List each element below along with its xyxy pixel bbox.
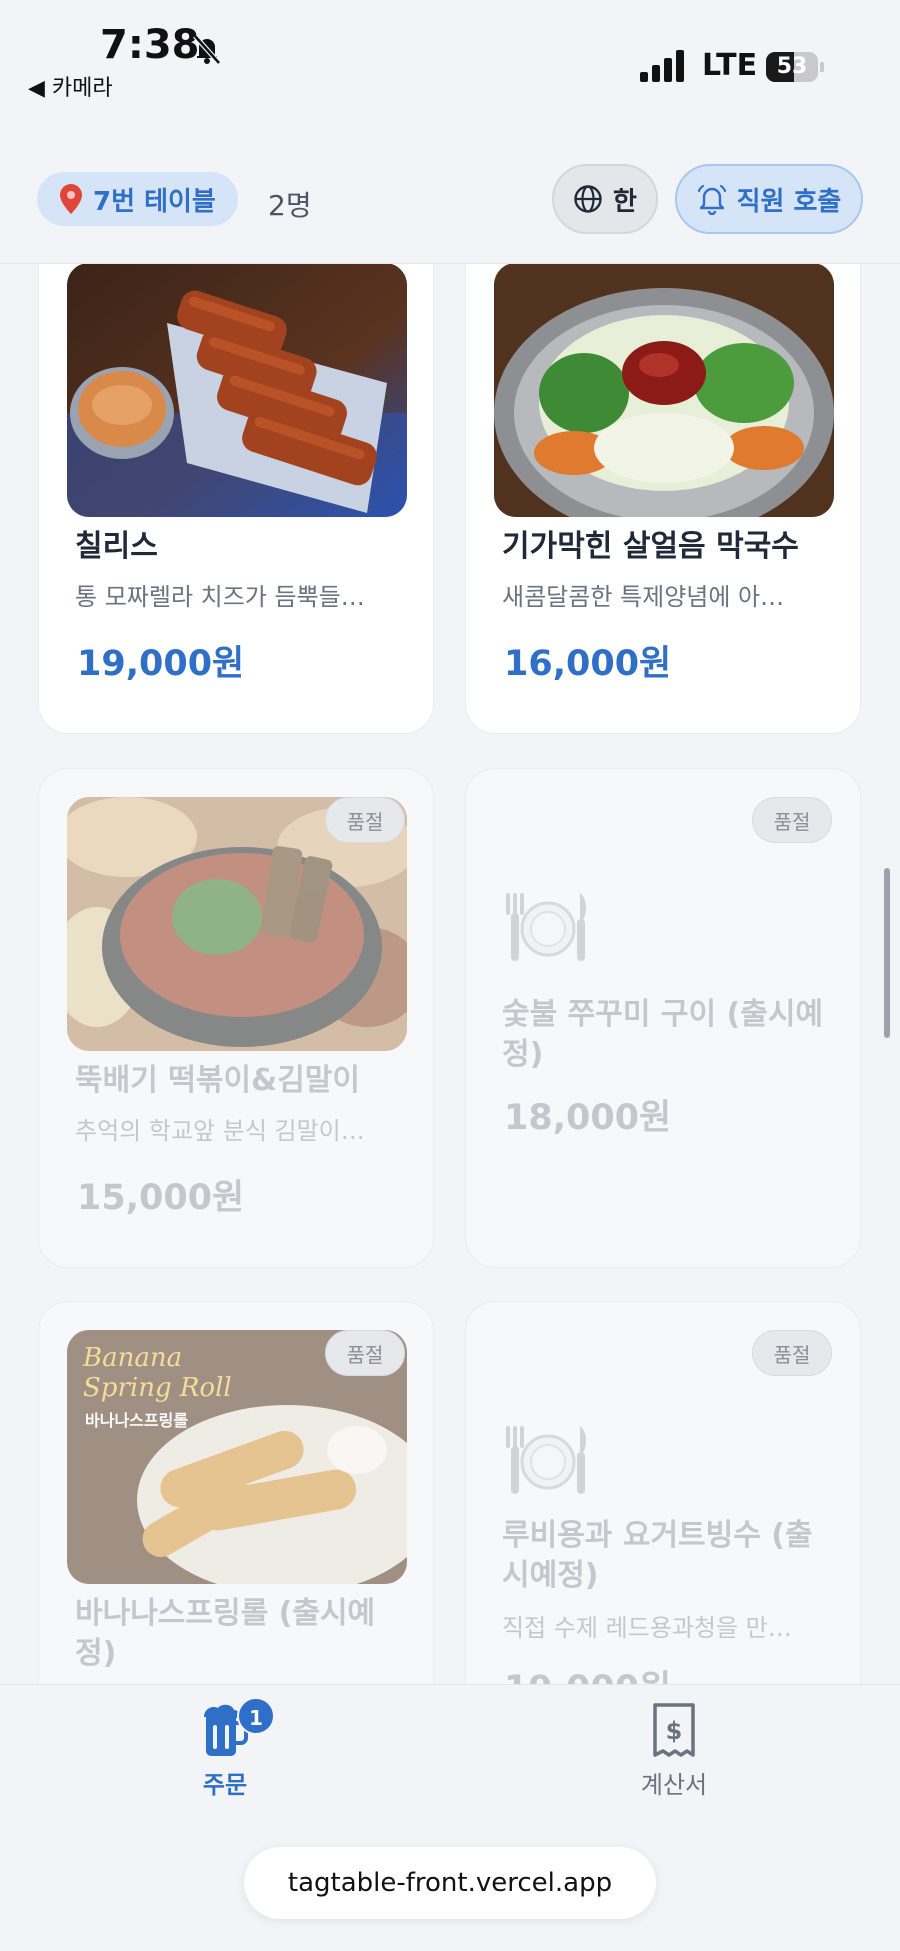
bottom-tab-bar: 1 주문 $ 계산서 tagtable-front.vercel.app: [0, 1684, 900, 1951]
menu-item-name: 숯불 쭈꾸미 구이 (출시예정): [502, 997, 824, 1072]
tab-bill[interactable]: $ 계산서: [604, 1703, 744, 1813]
table-number: 7번 테이블: [93, 186, 216, 217]
call-staff-label: 직원 호출: [736, 186, 842, 217]
menu-item-name: 칠리스: [75, 529, 158, 564]
menu-card[interactable]: 품절 Banana Spring Roll 바나나스프링롤 바나나스프링롤 (출…: [38, 1301, 434, 1684]
menu-item-description: 추억의 학교앞 분식 김말이…: [75, 1117, 365, 1145]
menu-item-description: 직접 수제 레드용과청을 만…: [502, 1614, 792, 1642]
menu-item-description: 새콤달콤한 특제양념에 아…: [502, 583, 785, 611]
receipt-icon: $: [653, 1703, 695, 1757]
menu-item-image: [67, 264, 407, 517]
menu-item-description: 통 모짜렐라 치즈가 듬뿍들…: [75, 583, 365, 611]
network-type: LTE: [702, 48, 758, 83]
menu-item-price: 19,000원: [77, 644, 245, 684]
tab-order[interactable]: 1 주문: [155, 1697, 295, 1813]
bell-icon: [697, 184, 726, 215]
soldout-badge: 품절: [752, 797, 832, 843]
top-header: 7번 테이블 2명 한 직원 호출: [0, 110, 900, 264]
menu-card[interactable]: 품절 뚝배기 떡볶이&김말이 추억의 학교앞 분식 김말이… 15,000원: [38, 768, 434, 1268]
menu-grid: 칠리스 통 모짜렐라 치즈가 듬뿍들… 19,000원 기가막힌 살얼음 막국수…: [0, 264, 900, 1684]
menu-card[interactable]: 품절 숯불 쭈꾸미 구이 (출시예정) 18,000원: [465, 768, 861, 1268]
soldout-badge: 품절: [752, 1330, 832, 1376]
bell-off-icon: [193, 34, 221, 65]
menu-item-name: 루비용과 요거트빙수 (출시예정): [502, 1518, 813, 1593]
scrollbar[interactable]: [884, 868, 890, 1038]
battery-icon: 53: [766, 52, 824, 82]
soldout-badge: 품절: [325, 1330, 405, 1376]
image-text-spring-roll: Spring Roll: [83, 1373, 232, 1403]
globe-icon: [574, 185, 602, 213]
image-text-banana: Banana: [82, 1343, 182, 1373]
back-to-app-link[interactable]: ◀ 카메라: [28, 70, 113, 102]
image-text-korean: 바나나스프링롤: [85, 1411, 188, 1430]
cart-count-badge: 1: [237, 1697, 275, 1735]
menu-card[interactable]: 기가막힌 살얼음 막국수 새콤달콤한 특제양념에 아… 16,000원: [465, 264, 861, 734]
menu-card[interactable]: 품절 루비용과 요거트빙수 (출시예정) 직접 수제 레드용과청을 만… 19,…: [465, 1301, 861, 1684]
tab-bill-label: 계산서: [640, 1771, 708, 1799]
menu-item-name: 뚝배기 떡볶이&김말이: [75, 1063, 361, 1098]
signal-icon: [640, 50, 684, 82]
plate-cutlery-icon: [506, 893, 586, 961]
menu-item-price: 15,000원: [77, 1178, 245, 1218]
plate-cutlery-icon: [506, 1426, 586, 1494]
menu-item-price: 18,000원: [504, 1098, 672, 1138]
menu-item-name: 바나나스프링롤 (출시예정): [75, 1596, 376, 1671]
menu-card[interactable]: 칠리스 통 모짜렐라 치즈가 듬뿍들… 19,000원: [38, 264, 434, 734]
table-chip: 7번 테이블: [37, 172, 238, 226]
menu-item-price: 19,000원: [504, 1660, 671, 1684]
battery-level: 53: [776, 54, 808, 79]
soldout-badge: 품절: [325, 797, 405, 843]
status-time: 7:38: [100, 22, 200, 68]
menu-item-image: [494, 264, 834, 517]
location-pin-icon: [60, 184, 82, 214]
guest-count: 2명: [268, 189, 312, 222]
language-label: 한: [613, 186, 637, 217]
call-staff-button[interactable]: 직원 호출: [675, 164, 863, 234]
svg-text:$: $: [666, 1717, 683, 1745]
browser-url-bar[interactable]: tagtable-front.vercel.app: [244, 1847, 656, 1919]
menu-item-name: 기가막힌 살얼음 막국수: [502, 529, 799, 564]
status-bar: 7:38 ◀ 카메라 LTE 53: [0, 0, 900, 110]
tab-order-label: 주문: [202, 1771, 248, 1799]
language-button[interactable]: 한: [552, 164, 658, 234]
menu-item-price: 16,000원: [504, 644, 672, 684]
